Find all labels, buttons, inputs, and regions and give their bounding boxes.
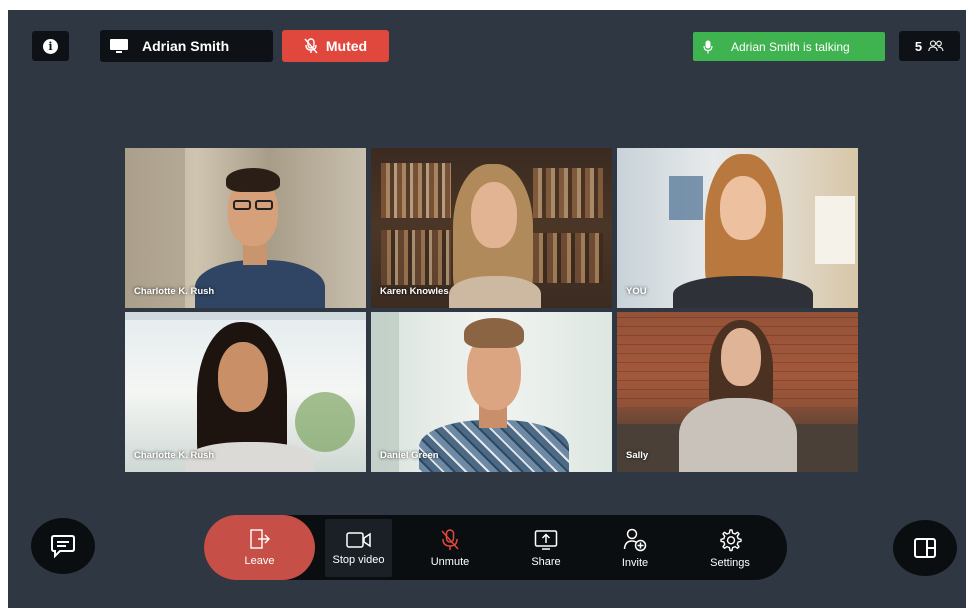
leave-button[interactable]: Leave xyxy=(204,515,315,580)
participant-name: Charlotte K. Rush xyxy=(134,286,215,297)
participant-name: Charlotte K. Rush xyxy=(134,450,215,461)
invite-label: Invite xyxy=(621,556,649,569)
chat-icon xyxy=(50,534,76,558)
video-camera-icon xyxy=(345,531,372,549)
info-icon: i xyxy=(43,38,58,54)
meeting-screen: i Adrian Smith Muted Adrian Smith is tal… xyxy=(8,10,966,608)
chat-button[interactable] xyxy=(31,518,95,574)
presenter-chip: Adrian Smith xyxy=(100,30,273,62)
unmute-button[interactable]: Unmute xyxy=(420,519,480,577)
mic-icon xyxy=(703,40,713,54)
add-user-icon xyxy=(623,528,647,552)
exit-icon xyxy=(249,528,271,550)
video-grid: Charlotte K. Rush Karen Knowles YOU Char… xyxy=(125,148,858,473)
participant-video xyxy=(617,148,858,308)
participant-video xyxy=(125,312,366,472)
video-tile[interactable]: Charlotte K. Rush xyxy=(125,312,366,472)
participant-name: Karen Knowles xyxy=(380,286,449,297)
share-label: Share xyxy=(531,555,561,568)
settings-label: Settings xyxy=(710,556,750,569)
participant-video xyxy=(125,148,366,308)
talking-indicator: Adrian Smith is talking xyxy=(693,32,885,61)
stop-video-button[interactable]: Stop video xyxy=(325,519,392,577)
talking-label: Adrian Smith is talking xyxy=(731,39,850,54)
muted-label: Muted xyxy=(325,38,368,54)
participant-video xyxy=(371,148,612,308)
participant-video xyxy=(371,312,612,472)
share-screen-icon xyxy=(534,529,558,551)
sidebar-layout-icon xyxy=(913,537,937,559)
presenter-name: Adrian Smith xyxy=(142,38,230,54)
participants-button[interactable]: 5 xyxy=(899,31,960,61)
participant-name: Sally xyxy=(626,450,649,461)
invite-button[interactable]: Invite xyxy=(605,519,665,577)
stop-video-label: Stop video xyxy=(332,553,385,566)
muted-indicator[interactable]: Muted xyxy=(282,30,389,62)
participant-count: 5 xyxy=(914,38,923,54)
gear-icon xyxy=(718,528,742,552)
people-icon xyxy=(928,40,944,52)
video-tile[interactable]: Daniel Green xyxy=(371,312,612,472)
share-button[interactable]: Share xyxy=(516,519,576,577)
video-tile[interactable]: Charlotte K. Rush xyxy=(125,148,366,308)
video-tile[interactable]: Sally xyxy=(617,312,858,472)
participant-name: YOU xyxy=(626,286,647,297)
leave-label: Leave xyxy=(244,555,275,567)
mic-off-icon xyxy=(441,528,459,551)
video-tile[interactable]: YOU xyxy=(617,148,858,308)
layout-toggle-button[interactable] xyxy=(893,520,957,576)
info-button[interactable]: i xyxy=(32,31,69,61)
mic-off-icon xyxy=(304,38,318,54)
unmute-label: Unmute xyxy=(430,555,470,568)
settings-button[interactable]: Settings xyxy=(700,519,760,577)
participant-video xyxy=(617,312,858,472)
participant-name: Daniel Green xyxy=(380,450,439,461)
video-tile[interactable]: Karen Knowles xyxy=(371,148,612,308)
monitor-icon xyxy=(110,39,128,53)
